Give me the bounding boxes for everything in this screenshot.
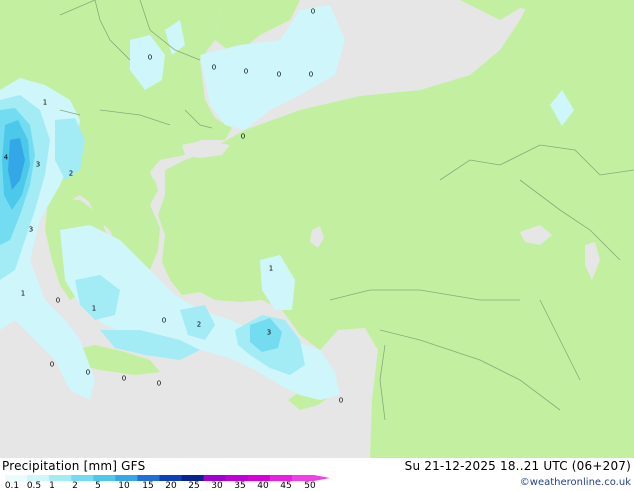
value-label: 0 <box>308 70 314 79</box>
value-label: 3 <box>266 328 272 337</box>
legend-overflow-arrow <box>314 475 330 481</box>
value-label: 0 <box>243 67 249 76</box>
value-label: 0 <box>310 7 316 16</box>
value-label: 1 <box>20 289 26 298</box>
value-label: 0 <box>338 396 344 405</box>
value-label: 3 <box>28 225 34 234</box>
value-label: 0 <box>147 53 153 62</box>
value-label: 1 <box>91 304 97 313</box>
value-label: 0 <box>49 360 55 369</box>
map-footer: Precipitation [mm] GFS Su 21-12-2025 18.… <box>0 458 634 491</box>
map-canvas <box>0 0 634 458</box>
value-label: 0 <box>55 296 61 305</box>
precipitation-map: 0 0 0 0 0 0 0 1 4 3 2 3 1 0 1 0 1 2 3 0 … <box>0 0 634 458</box>
forecast-run-info: Su 21-12-2025 18..21 UTC (06+207) <box>404 459 631 473</box>
value-label: 0 <box>156 379 162 388</box>
value-label: 0 <box>211 63 217 72</box>
value-label: 4 <box>3 153 9 162</box>
value-label: 0 <box>240 132 246 141</box>
product-title: Precipitation [mm] GFS <box>2 459 146 473</box>
value-label: 2 <box>68 169 74 178</box>
value-label: 3 <box>35 160 41 169</box>
value-label: 1 <box>42 98 48 107</box>
value-label: 0 <box>85 368 91 377</box>
value-label: 1 <box>268 264 274 273</box>
value-label: 0 <box>161 316 167 325</box>
value-label: 0 <box>121 374 127 383</box>
value-label: 2 <box>196 320 202 329</box>
credit-link[interactable]: ©weatheronline.co.uk <box>520 477 631 488</box>
value-label: 0 <box>276 70 282 79</box>
